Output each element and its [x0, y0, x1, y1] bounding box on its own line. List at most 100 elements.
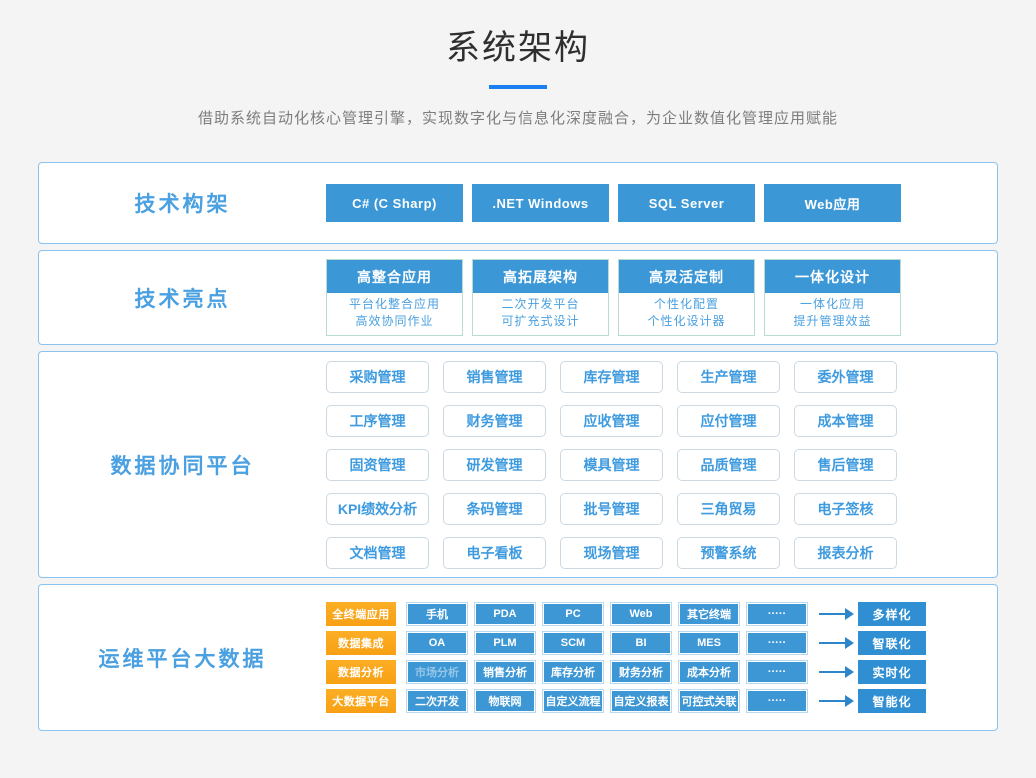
highlight-card-body: 一体化应用提升管理效益 — [765, 293, 900, 335]
highlight-card-line: 可扩充式设计 — [473, 313, 608, 330]
arrow-head — [845, 695, 854, 707]
page-header: 系统架构 借助系统自动化核心管理引擎，实现数字化与信息化深度融合，为企业数值化管… — [0, 0, 1036, 128]
bigdata-rows: 全终端应用手机PDAPCWeb其它终端·····多样化数据集成OAPLMSCMB… — [326, 602, 926, 713]
arrow-right-icon — [819, 695, 854, 707]
tech-button[interactable]: .NET Windows — [472, 184, 609, 222]
highlight-card-body: 平台化整合应用高效协同作业 — [327, 293, 462, 335]
module-button[interactable]: 电子看板 — [443, 537, 546, 569]
module-button[interactable]: 报表分析 — [794, 537, 897, 569]
highlight-card: 高拓展架构二次开发平台可扩充式设计 — [472, 259, 609, 336]
module-button[interactable]: 固资管理 — [326, 449, 429, 481]
bigdata-tag: 数据分析 — [326, 660, 396, 684]
bigdata-item[interactable]: 手机 — [407, 603, 467, 625]
module-button[interactable]: KPI绩效分析 — [326, 493, 429, 525]
tech-stack-label: 技术构架 — [39, 188, 326, 218]
bigdata-item[interactable]: 库存分析 — [543, 661, 603, 683]
highlight-card-title: 高整合应用 — [327, 260, 462, 293]
module-button[interactable]: 销售管理 — [443, 361, 546, 393]
arrow-right-icon — [819, 637, 854, 649]
module-row: KPI绩效分析条码管理批号管理三角贸易电子签核 — [326, 493, 897, 525]
highlight-card-title: 高拓展架构 — [473, 260, 608, 293]
arrow-right-icon — [819, 608, 854, 620]
bigdata-tag: 数据集成 — [326, 631, 396, 655]
tech-button[interactable]: Web应用 — [764, 184, 901, 222]
bigdata-item[interactable]: 销售分析 — [475, 661, 535, 683]
panels-container: 技术构架 C# (C Sharp).NET WindowsSQL ServerW… — [0, 162, 1036, 731]
highlight-card-line: 一体化应用 — [765, 296, 900, 313]
module-button[interactable]: 模具管理 — [560, 449, 663, 481]
module-button[interactable]: 批号管理 — [560, 493, 663, 525]
page-title: 系统架构 — [0, 20, 1036, 69]
bigdata-item[interactable]: Web — [611, 603, 671, 625]
module-button[interactable]: 财务管理 — [443, 405, 546, 437]
bigdata-item[interactable]: 其它终端 — [679, 603, 739, 625]
bigdata-row: 数据分析市场分析销售分析库存分析财务分析成本分析 ····· 实时化 — [326, 660, 926, 684]
module-button[interactable]: 库存管理 — [560, 361, 663, 393]
bigdata-item[interactable]: 市场分析 — [407, 661, 467, 683]
platform-label: 数据协同平台 — [39, 450, 326, 480]
module-button[interactable]: 现场管理 — [560, 537, 663, 569]
panel-data-platform: 数据协同平台 采购管理销售管理库存管理生产管理委外管理工序管理财务管理应收管理应… — [38, 351, 998, 578]
bigdata-item[interactable]: ····· — [747, 632, 807, 654]
module-button[interactable]: 品质管理 — [677, 449, 780, 481]
bigdata-item[interactable]: ····· — [747, 690, 807, 712]
bigdata-item[interactable]: PLM — [475, 632, 535, 654]
module-button[interactable]: 应付管理 — [677, 405, 780, 437]
bigdata-label: 运维平台大数据 — [39, 643, 326, 673]
arrow-line — [819, 613, 845, 615]
bigdata-item[interactable]: 可控式关联 — [679, 690, 739, 712]
system-architecture-page: 系统架构 借助系统自动化核心管理引擎，实现数字化与信息化深度融合，为企业数值化管… — [0, 0, 1036, 778]
bigdata-row: 大数据平台二次开发物联网自定义流程自定义报表可控式关联·····智能化 — [326, 689, 926, 713]
bigdata-item[interactable]: ····· — [747, 603, 807, 625]
bigdata-result[interactable]: 多样化 — [858, 602, 926, 626]
bigdata-item[interactable]: 财务分析 — [611, 661, 671, 683]
highlight-card-title: 高灵活定制 — [619, 260, 754, 293]
module-button[interactable]: 生产管理 — [677, 361, 780, 393]
bigdata-item[interactable]: PDA — [475, 603, 535, 625]
bigdata-item[interactable]: SCM — [543, 632, 603, 654]
module-button[interactable]: 预警系统 — [677, 537, 780, 569]
highlight-card: 高整合应用平台化整合应用高效协同作业 — [326, 259, 463, 336]
bigdata-item[interactable]: PC — [543, 603, 603, 625]
bigdata-item[interactable]: BI — [611, 632, 671, 654]
module-row: 文档管理电子看板现场管理预警系统报表分析 — [326, 537, 897, 569]
bigdata-row: 全终端应用手机PDAPCWeb其它终端·····多样化 — [326, 602, 926, 626]
highlight-card-line: 个性化设计器 — [619, 313, 754, 330]
module-button[interactable]: 工序管理 — [326, 405, 429, 437]
bigdata-result[interactable]: 智联化 — [858, 631, 926, 655]
highlight-cards: 高整合应用平台化整合应用高效协同作业高拓展架构二次开发平台可扩充式设计高灵活定制… — [326, 259, 910, 336]
bigdata-item[interactable]: ····· — [747, 661, 807, 683]
highlight-card-body: 个性化配置个性化设计器 — [619, 293, 754, 335]
module-button[interactable]: 电子签核 — [794, 493, 897, 525]
arrow-line — [819, 642, 845, 644]
tech-buttons: C# (C Sharp).NET WindowsSQL ServerWeb应用 — [326, 184, 910, 222]
bigdata-item[interactable]: MES — [679, 632, 739, 654]
page-subtitle: 借助系统自动化核心管理引擎，实现数字化与信息化深度融合，为企业数值化管理应用赋能 — [0, 107, 1036, 128]
module-button[interactable]: 条码管理 — [443, 493, 546, 525]
module-button[interactable]: 采购管理 — [326, 361, 429, 393]
bigdata-result[interactable]: 实时化 — [858, 660, 926, 684]
bigdata-item[interactable]: OA — [407, 632, 467, 654]
bigdata-item[interactable]: 自定义报表 — [611, 690, 671, 712]
bigdata-item[interactable]: 成本分析 — [679, 661, 739, 683]
arrow-line — [819, 700, 845, 702]
module-button[interactable]: 应收管理 — [560, 405, 663, 437]
tech-button[interactable]: C# (C Sharp) — [326, 184, 463, 222]
module-button[interactable]: 文档管理 — [326, 537, 429, 569]
module-button[interactable]: 售后管理 — [794, 449, 897, 481]
bigdata-item[interactable]: 自定义流程 — [543, 690, 603, 712]
highlights-label: 技术亮点 — [39, 283, 326, 313]
module-button[interactable]: 三角贸易 — [677, 493, 780, 525]
highlight-card-line: 平台化整合应用 — [327, 296, 462, 313]
module-button[interactable]: 成本管理 — [794, 405, 897, 437]
module-button[interactable]: 研发管理 — [443, 449, 546, 481]
bigdata-result[interactable]: 智能化 — [858, 689, 926, 713]
highlight-card-line: 个性化配置 — [619, 296, 754, 313]
bigdata-item[interactable]: 物联网 — [475, 690, 535, 712]
bigdata-item[interactable]: 二次开发 — [407, 690, 467, 712]
arrow-head — [845, 608, 854, 620]
tech-button[interactable]: SQL Server — [618, 184, 755, 222]
highlight-card-line: 高效协同作业 — [327, 313, 462, 330]
module-button[interactable]: 委外管理 — [794, 361, 897, 393]
panel-bigdata: 运维平台大数据 全终端应用手机PDAPCWeb其它终端·····多样化数据集成O… — [38, 584, 998, 731]
